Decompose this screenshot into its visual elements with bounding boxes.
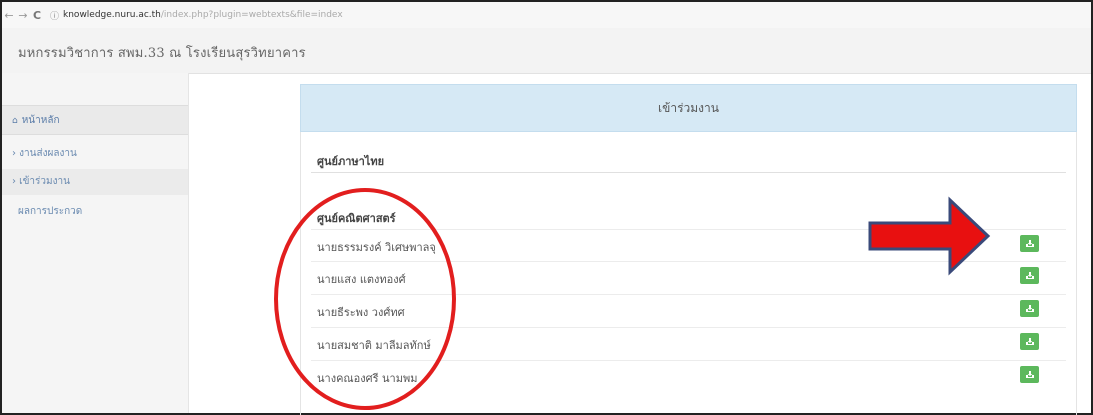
sidebar-item-join[interactable]: › เข้าร่วมงาน <box>2 169 188 195</box>
sidebar-item-label: › เข้าร่วมงาน <box>12 176 70 187</box>
participant-name: นายแสง แตงทองศ์ <box>317 273 406 286</box>
panel-title: เข้าร่วมงาน <box>300 84 1077 132</box>
browser-toolbar: ← → C ⓘ knowledge.nuru.ac.th /index.php?… <box>2 2 1091 29</box>
sidebar-item-submit[interactable]: › งานส่งผลงาน <box>2 143 188 165</box>
home-icon: ⌂ <box>12 116 18 126</box>
sidebar-item-home[interactable]: ⌂ หน้าหลัก <box>2 105 188 135</box>
table-row: นางคณองศรี นามพม <box>311 360 1066 390</box>
sidebar-item-label: ผลการประกวด <box>18 206 83 217</box>
info-icon: ⓘ <box>50 11 60 22</box>
panel-body: ศูนย์ภาษาไทย ศูนย์คณิตศาสตร์ นายธรรมรงค์… <box>300 132 1077 415</box>
forward-button[interactable]: → <box>16 9 30 22</box>
address-bar[interactable]: ⓘ knowledge.nuru.ac.th /index.php?plugin… <box>50 9 343 22</box>
download-button[interactable] <box>1020 267 1039 284</box>
download-icon <box>1025 272 1034 279</box>
participant-name: นางคณองศรี นามพม <box>317 372 418 385</box>
site-header: มหกรรมวิชาการ สพม.33 ณ โรงเรียนสุรวิทยาค… <box>2 28 1091 74</box>
divider <box>311 172 1066 173</box>
sidebar-item-label: หน้าหลัก <box>21 115 60 126</box>
download-button[interactable] <box>1020 333 1039 350</box>
table-row: นายธีระพง วงศ์ทศ <box>311 294 1066 324</box>
group-title-math: ศูนย์คณิตศาสตร์ <box>317 212 396 225</box>
url-host: knowledge.nuru.ac.th <box>63 10 161 20</box>
url-path: /index.php?plugin=webtexts&file=index <box>160 10 343 20</box>
download-button[interactable] <box>1020 300 1039 317</box>
download-icon <box>1025 371 1034 378</box>
site-title[interactable]: มหกรรมวิชาการ สพม.33 ณ โรงเรียนสุรวิทยาค… <box>18 42 306 63</box>
sidebar-item-label: › งานส่งผลงาน <box>12 148 77 159</box>
table-row: นายแสง แตงทองศ์ <box>311 261 1066 291</box>
participant-name: นายสมชาติ มาลีมลทักษ์ <box>317 339 431 352</box>
table-row: นายธรรมรงค์ วิเศษพาลจุ <box>311 229 1066 259</box>
participant-name: นายธรรมรงค์ วิเศษพาลจุ <box>317 241 436 254</box>
sidebar-item-results[interactable]: ผลการประกวด <box>2 201 188 223</box>
table-row: นายสมชาติ มาลีมลทักษ์ <box>311 327 1066 357</box>
download-button[interactable] <box>1020 366 1039 383</box>
back-button[interactable]: ← <box>2 9 16 22</box>
group-title-thai: ศูนย์ภาษาไทย <box>317 155 385 168</box>
participant-name: นายธีระพง วงศ์ทศ <box>317 306 405 319</box>
download-icon <box>1025 240 1034 247</box>
download-button[interactable] <box>1020 235 1039 252</box>
reload-button[interactable]: C <box>30 9 44 22</box>
sidebar: ⌂ หน้าหลัก › งานส่งผลงาน › เข้าร่วมงาน ผล… <box>2 73 189 413</box>
download-icon <box>1025 305 1034 312</box>
download-icon <box>1025 338 1034 345</box>
